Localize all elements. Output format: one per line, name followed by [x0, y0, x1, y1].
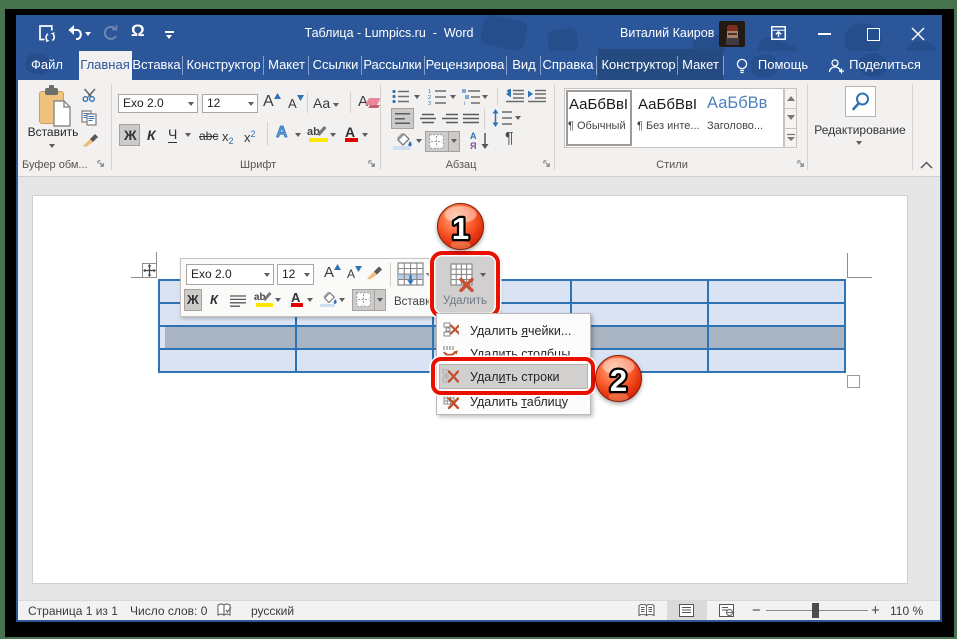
svg-text:Я: Я: [470, 141, 476, 150]
svg-text:i: i: [464, 101, 465, 105]
svg-text:ab: ab: [254, 292, 266, 303]
svg-text:3: 3: [428, 101, 431, 105]
svg-text:1: 1: [452, 211, 469, 246]
svg-text:А: А: [470, 131, 477, 141]
svg-text:2: 2: [610, 363, 627, 398]
svg-text:ab: ab: [307, 126, 320, 138]
